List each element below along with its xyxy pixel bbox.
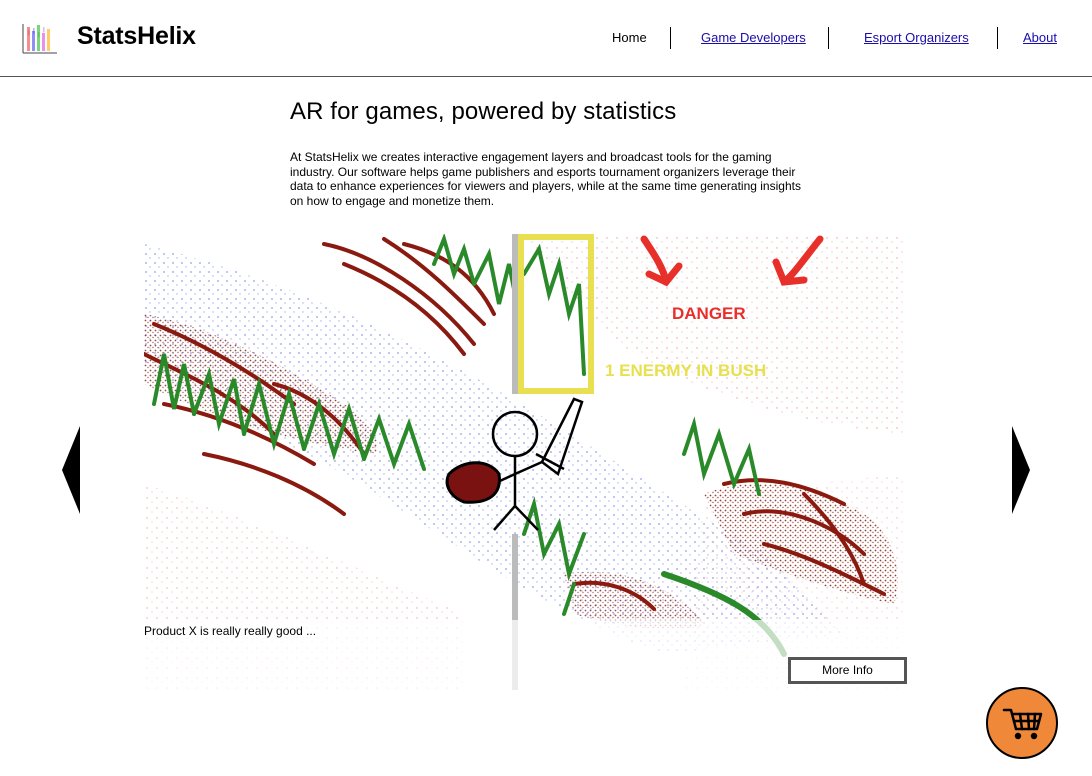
- site-header: | | | | StatsHelix Home Game Developers …: [0, 0, 1092, 77]
- triangle-left-icon[interactable]: [62, 426, 80, 514]
- nav-divider: [670, 27, 671, 49]
- enemy-label: 1 ENERMY IN BUSH: [605, 361, 766, 380]
- nav-home[interactable]: Home: [612, 30, 647, 52]
- logo-icon[interactable]: | | | |: [19, 22, 59, 56]
- slide-caption: Product X is really really good ...: [144, 624, 317, 638]
- nav-divider: [997, 27, 998, 49]
- nav-esport-organizers[interactable]: Esport Organizers: [864, 30, 969, 52]
- shopping-cart-icon: [1002, 708, 1043, 740]
- product-carousel: DANGER 1 ENERMY IN BUSH Product X is rea…: [144, 234, 906, 690]
- hero-title: AR for games, powered by statistics: [290, 98, 677, 125]
- hero-description: At StatsHelix we creates interactive eng…: [290, 150, 801, 208]
- nav-about[interactable]: About: [1023, 30, 1057, 52]
- brand-name[interactable]: StatsHelix: [77, 22, 196, 51]
- more-info-button[interactable]: More Info: [788, 657, 907, 684]
- svg-text:|: |: [43, 27, 45, 33]
- triangle-right-icon[interactable]: [1012, 426, 1030, 514]
- nav-divider: [828, 27, 829, 49]
- danger-label: DANGER: [672, 304, 746, 323]
- nav-game-developers[interactable]: Game Developers: [701, 30, 806, 52]
- cart-button[interactable]: [986, 687, 1058, 759]
